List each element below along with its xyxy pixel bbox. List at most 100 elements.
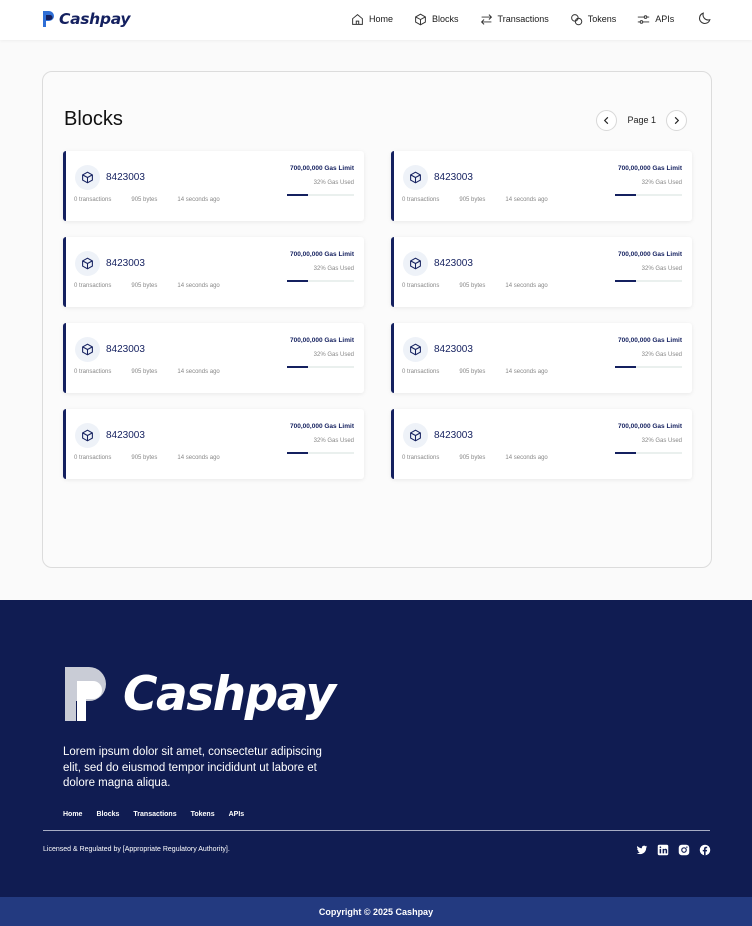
gas-used: 32% Gas Used <box>641 180 682 186</box>
block-size: 905 bytes <box>459 197 486 203</box>
block-meta: 0 transactions 905 bytes 14 seconds ago <box>74 197 240 203</box>
block-icon-badge <box>75 165 100 190</box>
footer-divider <box>43 830 710 831</box>
instagram-icon[interactable] <box>678 844 690 856</box>
cube-icon <box>82 343 93 356</box>
cube-icon <box>82 429 93 442</box>
block-number[interactable]: 8423003 <box>434 344 473 355</box>
block-meta: 0 transactions 905 bytes 14 seconds ago <box>402 369 568 375</box>
block-card[interactable]: 8423003 0 transactions 905 bytes 14 seco… <box>391 151 692 221</box>
nav-item-blocks[interactable]: Blocks <box>414 13 459 26</box>
footer-link-tokens[interactable]: Tokens <box>191 811 215 818</box>
social-links <box>636 844 711 856</box>
previous-page-button[interactable] <box>596 109 618 131</box>
next-page-button[interactable] <box>666 109 687 131</box>
block-icon-badge <box>403 251 428 276</box>
block-icon-badge <box>403 337 428 362</box>
block-time: 14 seconds ago <box>177 369 220 375</box>
nav-item-label: Home <box>369 14 394 24</box>
cashpay-logo-icon <box>65 667 106 721</box>
top-header: Cashpay Home Blocks Transactions Tokens … <box>0 0 752 40</box>
gas-progress-fill <box>287 194 309 196</box>
gas-progress-fill <box>615 452 637 454</box>
block-number[interactable]: 8423003 <box>106 344 145 355</box>
cube-icon <box>410 343 421 356</box>
block-size: 905 bytes <box>131 197 158 203</box>
linkedin-icon[interactable] <box>657 844 669 856</box>
gas-used: 32% Gas Used <box>313 438 354 444</box>
footer-link-home[interactable]: Home <box>63 811 82 818</box>
twitter-icon[interactable] <box>636 844 648 856</box>
block-transactions: 0 transactions <box>402 455 440 461</box>
block-number[interactable]: 8423003 <box>106 430 145 441</box>
gas-progress-fill <box>615 280 637 282</box>
block-transactions: 0 transactions <box>74 197 112 203</box>
footer-brand-logo[interactable]: Cashpay <box>63 665 336 723</box>
cube-icon <box>410 171 421 184</box>
copyright-bar: Copyright © 2025 Cashpay <box>0 897 752 926</box>
block-transactions: 0 transactions <box>74 369 112 375</box>
coins-icon <box>570 13 582 25</box>
home-icon <box>352 13 363 25</box>
nav-item-apis[interactable]: APIs <box>637 13 674 26</box>
block-size: 905 bytes <box>459 455 486 461</box>
brand-logo[interactable]: Cashpay <box>42 8 130 30</box>
gas-limit: 700,00,000 Gas Limit <box>618 337 682 344</box>
block-number[interactable]: 8423003 <box>106 172 145 183</box>
block-icon-badge <box>75 423 100 448</box>
cashpay-logo-icon <box>43 11 54 27</box>
facebook-icon[interactable] <box>699 844 711 856</box>
gas-limit: 700,00,000 Gas Limit <box>618 165 682 172</box>
block-meta: 0 transactions 905 bytes 14 seconds ago <box>402 455 568 461</box>
block-time: 14 seconds ago <box>177 283 220 289</box>
block-icon-badge <box>403 423 428 448</box>
block-number[interactable]: 8423003 <box>434 430 473 441</box>
moon-icon[interactable] <box>698 11 712 25</box>
block-size: 905 bytes <box>131 455 158 461</box>
block-card[interactable]: 8423003 0 transactions 905 bytes 14 seco… <box>63 237 364 307</box>
block-time: 14 seconds ago <box>177 197 220 203</box>
gas-used: 32% Gas Used <box>641 266 682 272</box>
blocks-grid: 8423003 0 transactions 905 bytes 14 seco… <box>63 151 692 479</box>
main-nav: Home Blocks Transactions Tokens APIs <box>351 10 695 28</box>
gas-progress-fill <box>615 194 637 196</box>
block-time: 14 seconds ago <box>505 369 548 375</box>
block-meta: 0 transactions 905 bytes 14 seconds ago <box>74 455 240 461</box>
gas-limit: 700,00,000 Gas Limit <box>290 337 354 344</box>
footer-link-transactions[interactable]: Transactions <box>133 811 176 818</box>
nav-item-tokens[interactable]: Tokens <box>570 13 616 26</box>
page-title: Blocks <box>64 108 123 130</box>
block-card[interactable]: 8423003 0 transactions 905 bytes 14 seco… <box>391 323 692 393</box>
gas-progress-bar <box>615 280 682 282</box>
nav-item-label: Blocks <box>432 14 459 24</box>
block-transactions: 0 transactions <box>402 369 440 375</box>
brand-name: Cashpay <box>59 10 131 28</box>
gas-limit: 700,00,000 Gas Limit <box>618 423 682 430</box>
gas-progress-bar <box>615 366 682 368</box>
gas-limit: 700,00,000 Gas Limit <box>290 423 354 430</box>
block-number[interactable]: 8423003 <box>434 172 473 183</box>
chevron-left-icon <box>604 116 609 124</box>
block-meta: 0 transactions 905 bytes 14 seconds ago <box>74 283 240 289</box>
footer-link-blocks[interactable]: Blocks <box>96 811 119 818</box>
block-size: 905 bytes <box>459 283 486 289</box>
footer-link-apis[interactable]: APIs <box>229 811 245 818</box>
gas-progress-fill <box>287 366 309 368</box>
block-time: 14 seconds ago <box>177 455 220 461</box>
block-card[interactable]: 8423003 0 transactions 905 bytes 14 seco… <box>391 237 692 307</box>
gas-progress-bar <box>287 280 354 282</box>
gas-limit: 700,00,000 Gas Limit <box>618 251 682 258</box>
block-card[interactable]: 8423003 0 transactions 905 bytes 14 seco… <box>391 409 692 479</box>
block-meta: 0 transactions 905 bytes 14 seconds ago <box>402 283 568 289</box>
gas-progress-bar <box>615 194 682 196</box>
gas-progress-fill <box>287 280 309 282</box>
block-card[interactable]: 8423003 0 transactions 905 bytes 14 seco… <box>63 409 364 479</box>
block-number[interactable]: 8423003 <box>106 258 145 269</box>
block-card[interactable]: 8423003 0 transactions 905 bytes 14 seco… <box>63 323 364 393</box>
page-indicator: Page 1 <box>627 115 656 125</box>
nav-item-transactions[interactable]: Transactions <box>480 13 549 26</box>
block-card[interactable]: 8423003 0 transactions 905 bytes 14 seco… <box>63 151 364 221</box>
copyright-text: Copyright © 2025 Cashpay <box>318 906 434 917</box>
nav-item-home[interactable]: Home <box>351 13 393 26</box>
block-number[interactable]: 8423003 <box>434 258 473 269</box>
